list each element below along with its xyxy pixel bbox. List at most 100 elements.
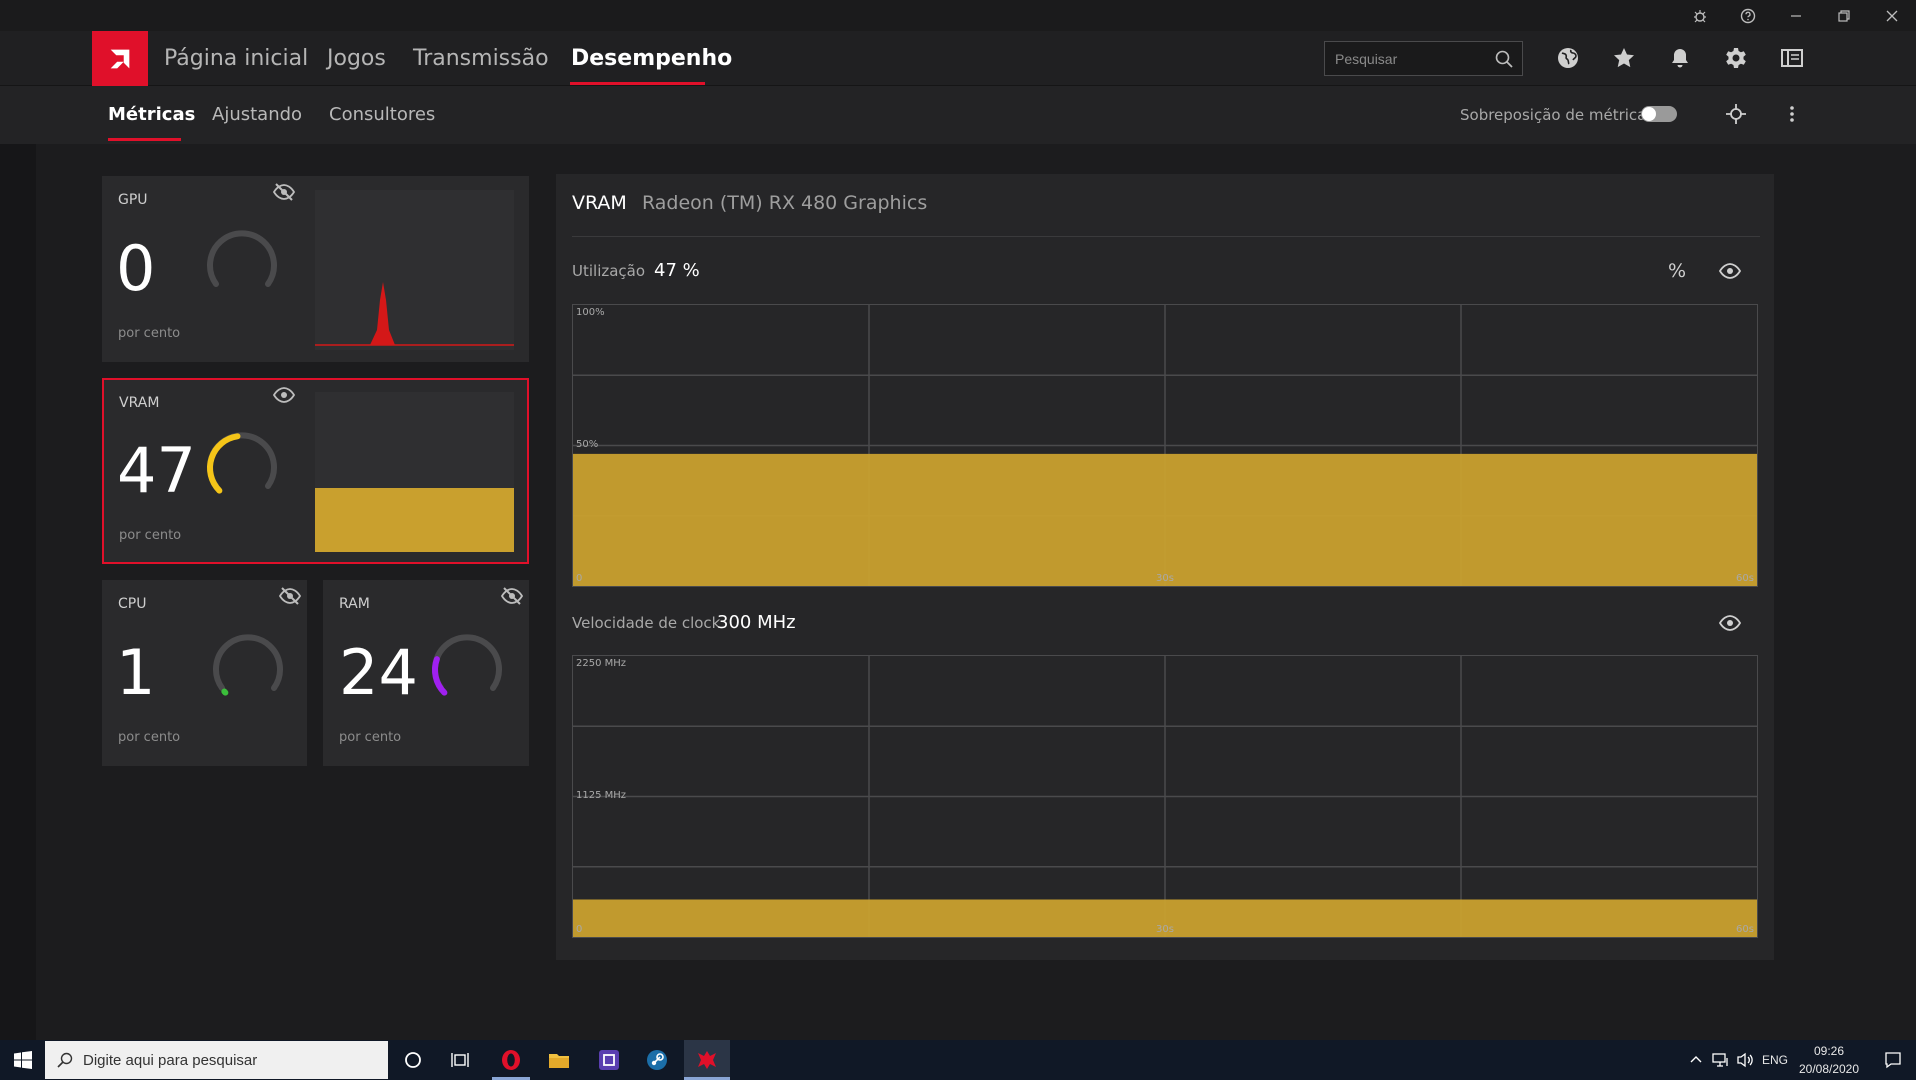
nav-performance[interactable]: Desempenho	[571, 31, 732, 86]
gpu-gauge	[207, 230, 277, 287]
account-panel-icon[interactable]	[1778, 44, 1806, 72]
utilization-chart-plot	[573, 305, 1757, 586]
clock-value: 300 MHz	[717, 612, 796, 633]
help-icon[interactable]	[1724, 0, 1772, 31]
ram-card-value: 24	[339, 636, 418, 709]
active-nav-indicator	[570, 82, 705, 85]
notifications-icon[interactable]	[1870, 1040, 1916, 1080]
vram-card-unit: por cento	[119, 528, 182, 543]
utilization-chart: 100% 50% 0 30s 60s	[572, 304, 1758, 587]
nav-home[interactable]: Página inicial	[164, 31, 308, 86]
util-xlabel-60s: 60s	[1736, 573, 1754, 584]
amd-radeon-taskbar-icon[interactable]	[684, 1040, 730, 1080]
gpu-card-unit: por cento	[118, 326, 181, 341]
ram-gauge-fill	[432, 656, 448, 696]
series-area	[573, 453, 1757, 586]
gpu-card-title: GPU	[118, 192, 148, 208]
nav-games[interactable]: Jogos	[327, 31, 386, 86]
detail-device: Radeon (TM) RX 480 Graphics	[642, 192, 928, 214]
util-xlabel-30s: 30s	[1156, 573, 1174, 584]
bell-icon[interactable]	[1666, 44, 1694, 72]
gpu-card-value: 0	[116, 232, 156, 305]
vram-gauge	[207, 432, 277, 494]
star-icon[interactable]	[1610, 44, 1638, 72]
percent-toggle[interactable]: %	[1668, 260, 1686, 282]
globe-icon[interactable]	[1554, 44, 1582, 72]
util-ylabel-zero: 0	[576, 573, 583, 584]
vram-card-value: 47	[117, 434, 196, 507]
search-icon	[57, 1052, 73, 1068]
utilization-label: Utilização	[572, 262, 646, 280]
language-indicator[interactable]: ENG	[1760, 1053, 1790, 1067]
restore-button[interactable]	[1820, 0, 1868, 31]
ram-card-unit: por cento	[339, 730, 402, 745]
eye-icon[interactable]	[272, 386, 296, 404]
clock-time[interactable]: 09:26	[1792, 1044, 1866, 1058]
bug-report-icon[interactable]	[1676, 0, 1724, 31]
nav-streaming[interactable]: Transmissão	[413, 31, 549, 86]
left-edge-strip	[0, 144, 36, 1040]
clock-ylabel-mid: 1125 MHz	[576, 790, 627, 801]
cpu-gauge	[213, 634, 283, 696]
util-ylabel-top: 100%	[576, 307, 605, 318]
clock-date[interactable]: 20/08/2020	[1792, 1062, 1866, 1076]
vram-gauge-fill	[207, 433, 241, 494]
task-view-icon[interactable]	[437, 1040, 483, 1080]
file-explorer-icon[interactable]	[536, 1040, 582, 1080]
eye-off-icon[interactable]	[278, 587, 302, 605]
tab-metrics[interactable]: Métricas	[108, 86, 195, 144]
gear-icon[interactable]	[1722, 44, 1750, 72]
clock-ylabel-zero: 0	[576, 924, 583, 935]
close-button[interactable]	[1868, 0, 1916, 31]
volume-icon[interactable]	[1730, 1040, 1760, 1080]
cpu-gauge-fill	[221, 688, 229, 696]
search-input[interactable]	[1335, 42, 1485, 75]
util-ylabel-mid: 50%	[576, 439, 599, 450]
gpu-spike	[370, 282, 395, 345]
eye-off-icon[interactable]	[272, 183, 296, 201]
amd-logo-icon	[110, 49, 130, 68]
clock-label: Velocidade de clock	[572, 614, 721, 632]
detail-title: VRAM	[572, 192, 627, 214]
vram-detail-panel: VRAM Radeon (TM) RX 480 Graphics Utiliza…	[556, 174, 1774, 960]
tab-tuning[interactable]: Ajustando	[212, 86, 302, 144]
amd-logo[interactable]	[92, 31, 148, 86]
clock-chart-plot	[573, 656, 1757, 937]
ram-card-title: RAM	[339, 596, 370, 612]
taskbar-search[interactable]	[45, 1041, 388, 1079]
eye-icon[interactable]	[1718, 262, 1742, 280]
eye-icon[interactable]	[1718, 614, 1742, 632]
vram-card[interactable]: VRAM 47 por cento	[102, 378, 529, 564]
vram-card-title: VRAM	[119, 395, 160, 411]
gpu-card[interactable]: GPU 0 por cento	[102, 176, 529, 362]
taskbar-search-input[interactable]	[83, 1041, 373, 1079]
more-options-icon[interactable]	[1778, 100, 1806, 128]
ram-card[interactable]: RAM 24 por cento	[323, 580, 529, 766]
search-icon[interactable]	[1494, 49, 1514, 69]
ram-gauge	[432, 634, 502, 696]
vram-mini-chart	[315, 392, 514, 552]
app-icon[interactable]	[586, 1040, 632, 1080]
cpu-card-unit: por cento	[118, 730, 181, 745]
clock-xlabel-30s: 30s	[1156, 924, 1174, 935]
tab-advisors[interactable]: Consultores	[329, 86, 435, 144]
opera-icon[interactable]	[488, 1040, 534, 1080]
search-box[interactable]	[1324, 41, 1523, 76]
toggle-knob	[1642, 107, 1656, 121]
clock-chart: 2250 MHz 1125 MHz 0 30s 60s	[572, 655, 1758, 938]
metrics-overlay-label: Sobreposição de métricas	[1460, 106, 1655, 124]
minimize-button[interactable]	[1772, 0, 1820, 31]
title-bar	[0, 0, 1916, 31]
cpu-card[interactable]: CPU 1 por cento	[102, 580, 307, 766]
clock-ylabel-top: 2250 MHz	[576, 658, 627, 669]
steam-icon[interactable]	[634, 1040, 680, 1080]
cortana-icon[interactable]	[390, 1040, 436, 1080]
metrics-overlay-toggle[interactable]	[1641, 106, 1677, 122]
eye-off-icon[interactable]	[500, 587, 524, 605]
windows-start-icon[interactable]	[0, 1040, 46, 1080]
crosshair-icon[interactable]	[1722, 100, 1750, 128]
active-tab-indicator	[108, 138, 181, 141]
gpu-mini-chart	[315, 190, 514, 350]
gpu-mini-chart-plot	[315, 282, 514, 346]
utilization-value: 47 %	[654, 260, 700, 281]
